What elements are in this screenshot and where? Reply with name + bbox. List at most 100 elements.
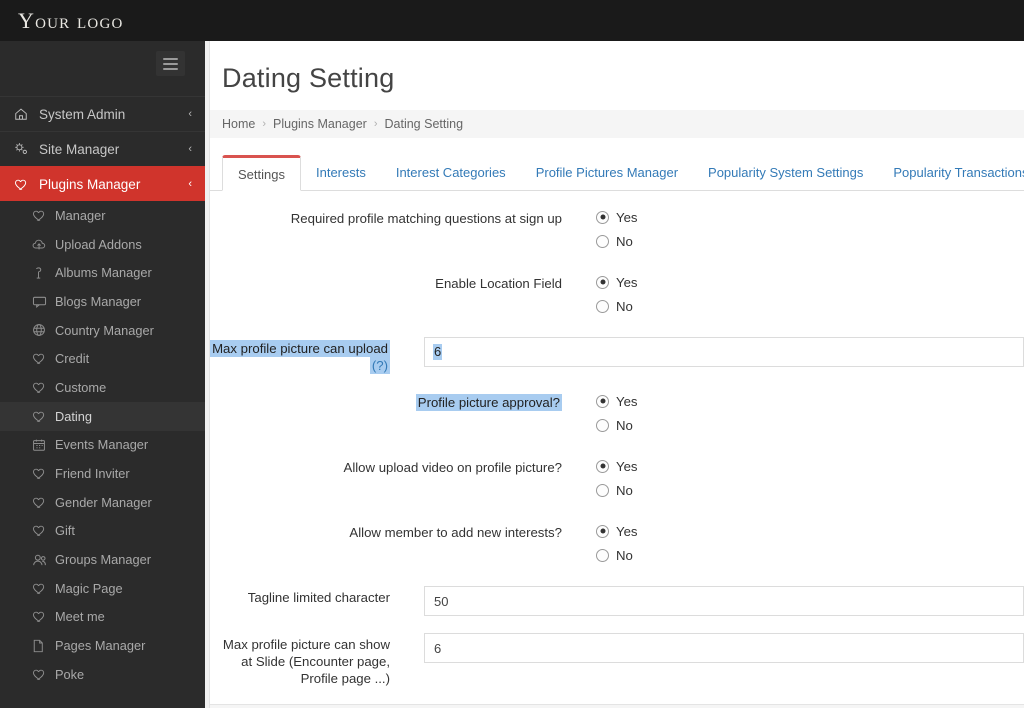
radio-option[interactable]: No: [596, 545, 1024, 565]
cloud-upload-icon: [32, 238, 50, 251]
form-label-text: Max profile picture can upload: [210, 340, 390, 357]
sidebar-subitem-meet-me[interactable]: Meet me: [0, 603, 205, 632]
sidebar-item-system-admin[interactable]: System Admin ‹: [0, 96, 205, 131]
sidebar-subitem-albums-manager[interactable]: Albums Manager: [0, 258, 205, 287]
tab-settings[interactable]: Settings: [222, 155, 301, 191]
brand-logo[interactable]: Your logo: [18, 8, 124, 34]
sidebar-item-plugins-manager[interactable]: Plugins Manager ‹: [0, 166, 205, 201]
radio-button[interactable]: [596, 459, 609, 473]
radio-button[interactable]: [596, 275, 609, 289]
radio-option[interactable]: Yes: [596, 521, 1024, 541]
radio-option[interactable]: Yes: [596, 456, 1024, 476]
sidebar-subitem-label: Gender Manager: [55, 494, 152, 510]
radio-option[interactable]: No: [596, 480, 1024, 500]
breadcrumb-item-home[interactable]: Home: [222, 117, 255, 131]
sidebar-subitem-label: Poke: [55, 666, 85, 682]
sidebar-subitem-magic-page[interactable]: Magic Page: [0, 574, 205, 603]
radio-option[interactable]: No: [596, 231, 1024, 251]
tab-interest-categories[interactable]: Interest Categories: [381, 155, 521, 190]
radio-button[interactable]: [596, 524, 609, 538]
radio-option[interactable]: Yes: [596, 272, 1024, 292]
tab-profile-pictures-manager[interactable]: Profile Pictures Manager: [521, 155, 693, 190]
form-row: Profile picture approval? Yes No: [210, 391, 1024, 439]
input-wrapper: [424, 633, 1024, 663]
sidebar-subitem-upload-addons[interactable]: Upload Addons: [0, 230, 205, 259]
heart-icon: [32, 381, 50, 394]
breadcrumb: Home › Plugins Manager › Dating Setting: [210, 110, 1024, 138]
radio-button[interactable]: [596, 548, 609, 562]
heart-icon: [32, 582, 50, 595]
radio-button[interactable]: [596, 234, 609, 248]
sidebar-subitem-manager[interactable]: Manager: [0, 201, 205, 230]
radio-label: Yes: [616, 274, 638, 290]
radio-label: No: [616, 482, 633, 498]
settings-form: Required profile matching questions at s…: [210, 191, 1024, 687]
heart-icon: [32, 410, 50, 423]
sidebar-subitem-custome[interactable]: Custome: [0, 373, 205, 402]
form-control: [424, 586, 1024, 616]
comment-icon: [32, 295, 50, 308]
radio-button[interactable]: [596, 210, 609, 224]
sidebar-item-site-manager[interactable]: Site Manager ‹: [0, 131, 205, 166]
sidebar-secondary-nav: Manager Upload Addons Albums Manager Blogs …: [0, 201, 205, 689]
radio-button[interactable]: [596, 483, 609, 497]
form-control: [424, 633, 1024, 663]
sidebar-item-label: System Admin: [39, 106, 126, 122]
sidebar-subitem-label: Credit: [55, 351, 90, 367]
form-control: Yes No: [596, 272, 1024, 320]
form-label: Profile picture approval?: [210, 391, 562, 411]
text-input[interactable]: [424, 337, 1024, 367]
form-row: Enable Location Field Yes No: [210, 272, 1024, 320]
heart-icon: [32, 467, 50, 480]
home-icon: [14, 107, 33, 121]
heart-icon: [32, 209, 50, 222]
radio-label: Yes: [616, 393, 638, 409]
radio-button[interactable]: [596, 394, 609, 408]
sidebar-subitem-blogs-manager[interactable]: Blogs Manager: [0, 287, 205, 316]
form-label-text: Profile picture approval?: [415, 394, 562, 411]
form-label: Allow upload video on profile picture?: [343, 460, 562, 475]
sidebar-subitem-dating[interactable]: Dating: [0, 401, 205, 431]
form-row: Allow member to add new interests? Yes No: [210, 521, 1024, 569]
chevron-left-icon: ‹: [188, 108, 192, 120]
hamburger-bar: [163, 67, 178, 70]
radio-option[interactable]: Yes: [596, 207, 1024, 227]
sidebar-subitem-label: Magic Page: [55, 580, 123, 596]
sidebar-subitem-friend-inviter[interactable]: Friend Inviter: [0, 459, 205, 488]
form-control: Yes No: [596, 207, 1024, 255]
text-input[interactable]: [424, 586, 1024, 616]
app-root: Your logo System Admin ‹ Site Manager ‹ Plug…: [0, 0, 1024, 708]
radio-button[interactable]: [596, 418, 609, 432]
sidebar-subitem-pages-manager[interactable]: Pages Manager: [0, 631, 205, 660]
breadcrumb-item-plugins-manager[interactable]: Plugins Manager: [273, 117, 367, 131]
radio-option[interactable]: No: [596, 296, 1024, 316]
radio-label: Yes: [616, 458, 638, 474]
sidebar-subitem-label: Events Manager: [55, 437, 149, 453]
radio-label: No: [616, 417, 633, 433]
sidebar-item-label: Site Manager: [39, 141, 120, 157]
sidebar-subitem-poke[interactable]: Poke: [0, 660, 205, 689]
radio-option[interactable]: No: [596, 415, 1024, 435]
sidebar-subitem-gift[interactable]: Gift: [0, 517, 205, 546]
sidebar-subitem-events-manager[interactable]: Events Manager: [0, 431, 205, 460]
sidebar-subitem-credit[interactable]: Credit: [0, 344, 205, 373]
form-label: Tagline limited character: [247, 590, 390, 605]
hamburger-icon[interactable]: [156, 51, 185, 76]
tab-popularity-transactions[interactable]: Popularity Transactions: [878, 155, 1024, 190]
sidebar-subitem-country-manager[interactable]: Country Manager: [0, 316, 205, 345]
help-marker-icon[interactable]: (?): [369, 357, 390, 374]
tab-popularity-system-settings[interactable]: Popularity System Settings: [693, 155, 878, 190]
selected-input-value: 6: [433, 344, 443, 360]
heart-icon: [14, 178, 33, 191]
breadcrumb-item-dating-setting: Dating Setting: [384, 117, 464, 131]
tab-interests[interactable]: Interests: [301, 155, 381, 190]
radio-option[interactable]: Yes: [596, 391, 1024, 411]
sidebar-subitem-gender-manager[interactable]: Gender Manager: [0, 488, 205, 517]
sidebar-subitem-label: Manager: [55, 207, 106, 223]
form-label: Max profile picture can show at Slide (E…: [222, 637, 390, 686]
text-input[interactable]: [424, 633, 1024, 663]
form-label: Max profile picture can upload (?): [210, 337, 390, 374]
radio-button[interactable]: [596, 299, 609, 313]
sidebar-subitem-label: Custome: [55, 379, 107, 395]
sidebar-subitem-groups-manager[interactable]: Groups Manager: [0, 545, 205, 574]
